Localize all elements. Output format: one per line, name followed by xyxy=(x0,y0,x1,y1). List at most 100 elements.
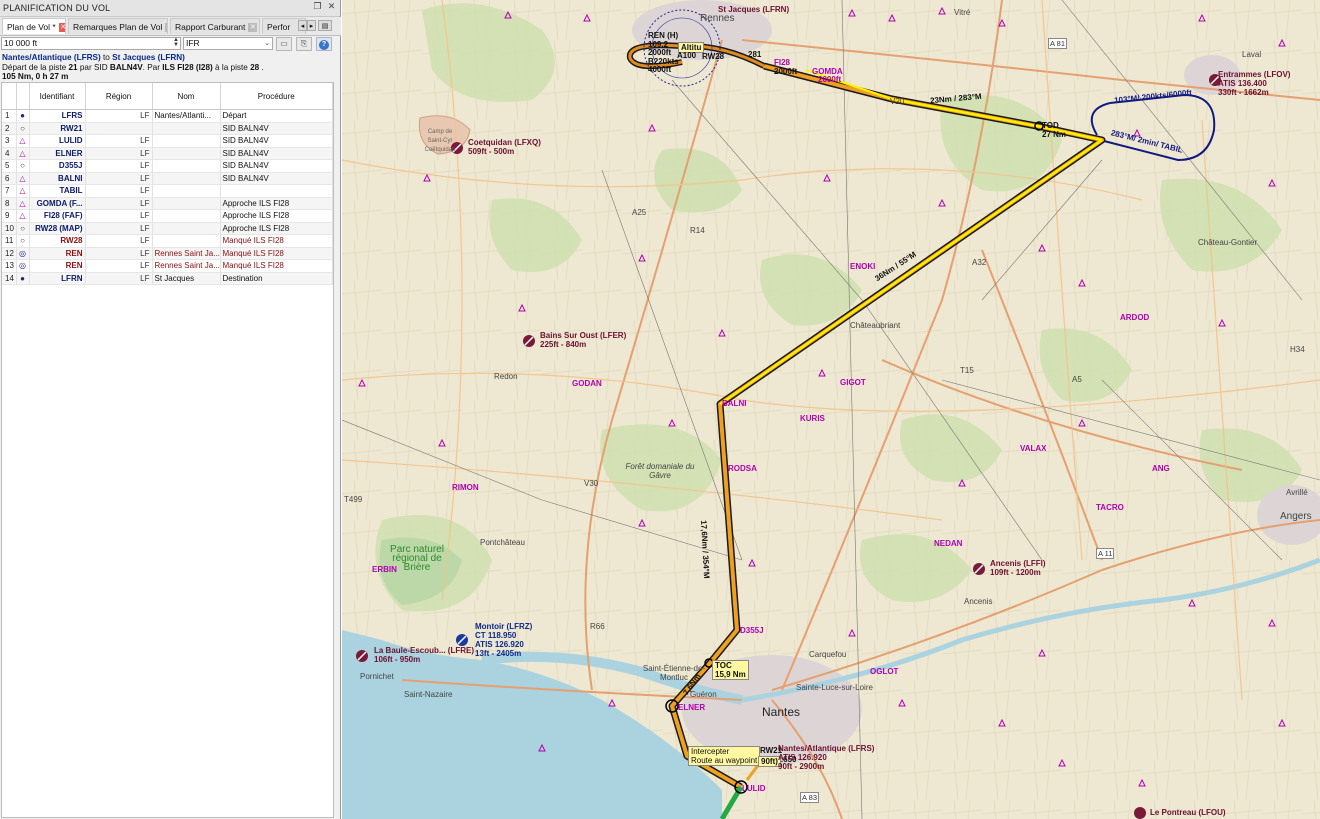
waypoint-godan[interactable]: GODAN xyxy=(572,379,602,388)
row-region: LF xyxy=(85,259,153,273)
airport-lfrs-name: Nantes/Atlantique (LFRS) xyxy=(778,744,875,753)
flight-plan-panel: PLANIFICATION DU VOL ❐ ✕ Plan de Vol * ✕ … xyxy=(0,0,341,819)
close-tab-icon[interactable]: ✕ xyxy=(58,23,65,33)
waypoint-balni[interactable]: BALNI xyxy=(722,399,746,408)
col-identifiant[interactable]: Identifiant xyxy=(29,83,86,110)
place-pontchateau: Pontchâteau xyxy=(480,538,525,547)
row-index: 10 xyxy=(2,222,17,235)
map-view[interactable]: Rennes Nantes Redon Châteaubriant Châtea… xyxy=(342,0,1320,819)
edit-button[interactable]: ▭ xyxy=(276,37,292,51)
place-saint-nazaire: Saint-Nazaire xyxy=(404,690,453,699)
float-panel-icon[interactable]: ❐ xyxy=(312,2,323,13)
road-r14: R14 xyxy=(690,226,705,235)
waypoint-tacro[interactable]: TACRO xyxy=(1096,503,1124,512)
row-identifiant: LFRN xyxy=(29,272,86,285)
table-row[interactable]: 14 ● LFRN LF St Jacques Destination xyxy=(2,272,333,285)
row-nom xyxy=(152,184,221,198)
airport-lffi-elev: 109ft - 1200m xyxy=(990,568,1041,577)
table-row[interactable]: 1 ● LFRS LF Nantes/Atlanti... Départ xyxy=(2,109,333,123)
airport-lfov[interactable]: Entrammes (LFOV) ATIS 136.400 330ft - 16… xyxy=(1218,70,1290,97)
row-nom xyxy=(152,147,221,160)
road-a11: A 11 xyxy=(1096,548,1115,559)
close-tab-icon[interactable]: ✕ xyxy=(165,23,167,33)
row-identifiant: REN xyxy=(29,247,86,260)
place-gueron: Guéron xyxy=(690,690,717,699)
row-region: LF xyxy=(85,247,153,260)
table-row[interactable]: 10 ○ RW28 (MAP) LF Approche ILS FI28 xyxy=(2,222,333,235)
waypoint-elner[interactable]: ELNER xyxy=(678,703,705,712)
table-row[interactable]: 8 △ GOMDA (F... LF Approche ILS FI28 xyxy=(2,197,333,210)
ren-alt-2: 4000ft xyxy=(648,65,672,74)
table-row[interactable]: 11 ○ RW28 LF Manqué ILS FI28 xyxy=(2,234,333,248)
waypoint-rodsa[interactable]: RODSA xyxy=(728,464,757,473)
row-identifiant: ELNER xyxy=(29,147,86,160)
waypoint-lulid[interactable]: LULID xyxy=(742,784,766,793)
airport-lfrn[interactable]: St Jacques (LFRN) xyxy=(718,5,789,14)
waypoint-rimon[interactable]: RIMON xyxy=(452,483,479,492)
table-row[interactable]: 2 ○ RW21 SID BALN4V xyxy=(2,122,333,135)
waypoint-kuris[interactable]: KURIS xyxy=(800,414,825,423)
col-procedure[interactable]: Procédure xyxy=(220,83,333,110)
waypoint-gigot[interactable]: GIGOT xyxy=(840,378,866,387)
plan-toolbar: 10 000 ft ▲ ▼ IFR ⌄ ▭ ⎘ ? xyxy=(0,36,341,52)
table-row[interactable]: 7 △ TABIL LF xyxy=(2,184,333,198)
flight-rules-select[interactable]: IFR ⌄ xyxy=(183,37,273,50)
waypoint-d355j[interactable]: D355J xyxy=(740,626,764,635)
waypoint-icon: △ xyxy=(16,134,30,148)
help-button[interactable]: ? xyxy=(316,37,332,51)
cruise-altitude-spinbox[interactable]: 10 000 ft ▲ ▼ xyxy=(1,37,181,50)
waypoint-valax[interactable]: VALAX xyxy=(1020,444,1047,453)
airport-lfou[interactable]: Le Pontreau (LFOU) xyxy=(1150,808,1226,817)
spin-arrows-icon[interactable]: ▲ ▼ xyxy=(173,37,179,48)
tab-scroll-right-icon[interactable]: ▸ xyxy=(307,20,316,31)
row-identifiant: TABIL xyxy=(29,184,86,198)
waypoint-oglot[interactable]: OGLOT xyxy=(870,667,898,676)
airport-lfrs[interactable]: Nantes/Atlantique (LFRS) ATIS 126.920 90… xyxy=(770,744,874,771)
airport-lfrz-atis: ATIS 126.920 xyxy=(475,640,524,649)
waypoint-icon: △ xyxy=(16,172,30,185)
tab-menu-icon[interactable]: ▤ xyxy=(318,20,332,31)
flight-plan-table[interactable]: Identifiant Région Nom Procédure 1 ● LFRS L… xyxy=(1,82,334,818)
road-a83: A 83 xyxy=(800,792,820,803)
close-tab-icon[interactable]: ✕ xyxy=(248,23,258,33)
airport-lfre[interactable]: La Baule-Escoub... (LFRE) 106ft - 950m xyxy=(374,646,474,664)
tab-plan-de-vol[interactable]: Plan de Vol * ✕ xyxy=(2,18,66,34)
waypoint-enoki[interactable]: ENOKI xyxy=(850,262,875,271)
waypoint-ardod[interactable]: ARDOD xyxy=(1120,313,1149,322)
waypoint-erbin[interactable]: ERBIN xyxy=(372,565,397,574)
row-procedure: Approche ILS FI28 xyxy=(220,209,333,223)
row-index: 1 xyxy=(2,109,17,123)
tab-rapport-carburant[interactable]: Rapport Carburant ✕ xyxy=(170,18,260,34)
row-identifiant: RW28 xyxy=(29,234,86,248)
airport-lfrz[interactable]: Montoir (LFRZ) CT 118.950 ATIS 126.920 1… xyxy=(475,622,532,658)
row-nom: Rennes Saint Ja... xyxy=(152,259,221,273)
table-row[interactable]: 3 △ LULID LF SID BALN4V xyxy=(2,134,333,148)
col-nom[interactable]: Nom xyxy=(152,83,221,110)
waypoint-ang[interactable]: ANG xyxy=(1152,464,1170,473)
table-row[interactable]: 6 △ BALNI LF SID BALN4V xyxy=(2,172,333,185)
airport-lfer[interactable]: Bains Sur Oust (LFER) 225ft - 840m xyxy=(540,331,626,349)
place-vitre: Vitré xyxy=(954,8,971,17)
row-procedure: SID BALN4V xyxy=(220,159,333,173)
row-procedure: SID BALN4V xyxy=(220,172,333,185)
airport-lffi[interactable]: Ancenis (LFFI) 109ft - 1200m xyxy=(990,559,1046,577)
summary-dep-runway: 21 xyxy=(68,62,78,72)
table-row[interactable]: 9 △ FI28 (FAF) LF Approche ILS FI28 xyxy=(2,209,333,223)
table-row[interactable]: 4 △ ELNER LF SID BALN4V xyxy=(2,147,333,160)
airport-lfxq[interactable]: Coetquidan (LFXQ) 509ft - 500m xyxy=(468,138,541,156)
table-row[interactable]: 12 ◎ REN LF Rennes Saint Ja... Manqué ILS FI2… xyxy=(2,247,333,260)
col-region[interactable]: Région xyxy=(85,83,153,110)
close-panel-icon[interactable]: ✕ xyxy=(326,2,337,13)
waypoint-fi28[interactable]: FI28 xyxy=(774,58,790,67)
tab-remarques[interactable]: Remarques Plan de Vol✕ xyxy=(68,18,168,34)
table-row[interactable]: 5 ○ D355J LF SID BALN4V xyxy=(2,159,333,173)
waypoint-nedan[interactable]: NEDAN xyxy=(934,539,962,548)
waypoint-icon: ○ xyxy=(16,122,30,135)
tab-bar: Plan de Vol *✕ Remarques Plan de Vol✕ Ra… xyxy=(0,17,341,36)
table-row[interactable]: 13 ◎ REN LF Rennes Saint Ja... Manqué ILS FI2… xyxy=(2,259,333,273)
tab-scroll-left-icon[interactable]: ◂ xyxy=(298,20,307,31)
row-procedure: Départ xyxy=(220,109,333,123)
summary-arr-runway: 28 xyxy=(250,62,260,72)
row-region xyxy=(85,122,153,135)
export-button[interactable]: ⎘ xyxy=(296,37,312,51)
